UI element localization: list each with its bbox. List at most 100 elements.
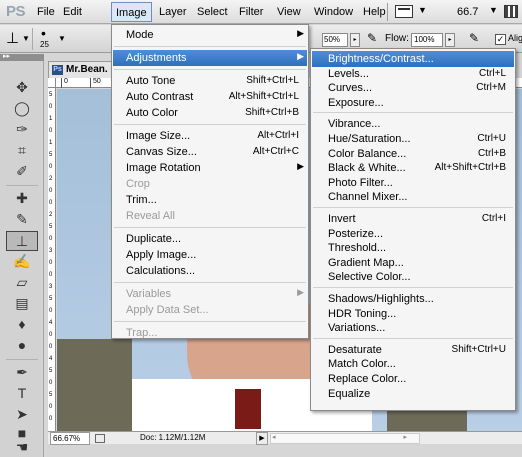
ruler-label: 5 bbox=[49, 152, 53, 158]
pen-tool-icon[interactable]: ✒ bbox=[6, 363, 38, 383]
chevron-down-icon[interactable]: ▼ bbox=[22, 34, 30, 43]
menu-select[interactable]: Select bbox=[197, 6, 228, 18]
flow-field[interactable]: 100% bbox=[411, 33, 443, 47]
menu-item-shadows-highlights[interactable]: Shadows/Highlights... bbox=[312, 291, 514, 307]
vertical-ruler[interactable]: 5 0 1 0 1 5 0 2 0 0 2 5 0 3 0 0 3 5 0 4 0 0 4 5 0 5 0 0 bbox=[48, 88, 56, 431]
status-menu-arrow[interactable]: ▶ bbox=[256, 432, 268, 445]
crop-tool-icon[interactable]: ⌗ bbox=[6, 141, 38, 161]
menubar-divider bbox=[387, 3, 388, 21]
clone-stamp-icon[interactable]: ⊥ bbox=[6, 29, 19, 47]
ruler-label: 5 bbox=[49, 392, 53, 398]
menu-item-image-rotation[interactable]: Image Rotation ▶ bbox=[113, 160, 307, 176]
gradient-tool-icon[interactable]: ▤ bbox=[6, 294, 38, 314]
menu-item-brightness-contrast[interactable]: Brightness/Contrast... bbox=[312, 51, 514, 67]
status-zoom-field[interactable]: 66.67% bbox=[50, 432, 90, 445]
scroll-left-icon[interactable]: ◂ bbox=[272, 433, 276, 441]
menu-item-equalize[interactable]: Equalize bbox=[312, 386, 514, 402]
menu-item-calculations[interactable]: Calculations... bbox=[113, 263, 307, 279]
blur-tool-icon[interactable]: ♦ bbox=[6, 315, 38, 335]
menu-window[interactable]: Window bbox=[314, 6, 353, 18]
arrange-documents-icon[interactable] bbox=[504, 5, 518, 18]
menu-item-label: Channel Mixer... bbox=[328, 191, 408, 204]
dodge-tool-icon[interactable]: ● bbox=[6, 336, 38, 356]
toolbox-header[interactable]: ▸▸ bbox=[0, 52, 44, 61]
status-info-icon[interactable] bbox=[95, 434, 105, 443]
menu-item-posterize[interactable]: Posterize... bbox=[312, 226, 514, 242]
history-brush-tool-icon[interactable]: ✍ bbox=[6, 252, 38, 272]
menu-item-shortcut: Alt+Shift+Ctrl+L bbox=[228, 91, 299, 102]
menu-separator bbox=[313, 207, 513, 208]
menu-item-photo-filter[interactable]: Photo Filter... bbox=[312, 175, 514, 191]
zoom-level[interactable]: 66.7 bbox=[457, 6, 478, 18]
menu-item-curves[interactable]: Curves... Ctrl+M bbox=[312, 80, 514, 96]
menu-item-mode[interactable]: Mode ▶ bbox=[113, 27, 307, 43]
menu-item-trim[interactable]: Trim... bbox=[113, 192, 307, 208]
menu-item-canvas-size[interactable]: Canvas Size... Alt+Ctrl+C bbox=[113, 144, 307, 160]
menu-item-image-size[interactable]: Image Size... Alt+Ctrl+I bbox=[113, 128, 307, 144]
menu-item-adjustments[interactable]: Adjustments ▶ bbox=[113, 50, 307, 66]
scroll-right-icon[interactable]: ▸ bbox=[403, 433, 407, 441]
menu-image[interactable]: Image bbox=[111, 2, 152, 22]
horizontal-scrollbar[interactable]: ◂ ▸ bbox=[270, 433, 420, 444]
menu-item-vibrance[interactable]: Vibrance... bbox=[312, 116, 514, 132]
opacity-slider-button[interactable]: ▸ bbox=[350, 33, 360, 47]
menu-item-auto-tone[interactable]: Auto Tone Shift+Ctrl+L bbox=[113, 73, 307, 89]
move-tool-icon[interactable]: ✥ bbox=[6, 78, 38, 98]
type-tool-icon[interactable]: T bbox=[6, 384, 38, 404]
flow-slider-button[interactable]: ▸ bbox=[445, 33, 455, 47]
menu-item-selective-color[interactable]: Selective Color... bbox=[312, 269, 514, 285]
eraser-tool-icon[interactable]: ▱ bbox=[6, 273, 38, 293]
menu-item-threshold[interactable]: Threshold... bbox=[312, 240, 514, 256]
brush-preview-icon[interactable]: • bbox=[41, 26, 46, 40]
hand-tool-icon[interactable]: ☚ bbox=[6, 438, 38, 457]
menu-item-label: Vibrance... bbox=[328, 118, 381, 131]
brush-tool-icon[interactable]: ✎ bbox=[6, 210, 38, 230]
menu-item-shortcut: Ctrl+U bbox=[477, 133, 506, 144]
aligned-checkbox[interactable]: ✓ bbox=[495, 34, 506, 45]
menu-view[interactable]: View bbox=[277, 6, 301, 18]
menu-layer[interactable]: Layer bbox=[159, 6, 187, 18]
menu-item-desaturate[interactable]: Desaturate Shift+Ctrl+U bbox=[312, 342, 514, 358]
menu-item-label: Calculations... bbox=[126, 265, 196, 277]
ruler-label: 0 bbox=[49, 236, 53, 242]
quick-selection-tool-icon[interactable]: ✑ bbox=[6, 120, 38, 140]
airbrush-icon[interactable]: ✎ bbox=[469, 31, 479, 45]
menu-file[interactable]: File bbox=[37, 6, 55, 18]
menu-item-exposure[interactable]: Exposure... bbox=[312, 95, 514, 111]
ruler-label: 5 bbox=[49, 296, 53, 302]
menu-item-variations[interactable]: Variations... bbox=[312, 320, 514, 336]
spot-healing-tool-icon[interactable]: ✚ bbox=[6, 189, 38, 209]
path-selection-tool-icon[interactable]: ➤ bbox=[6, 405, 38, 425]
ruler-origin[interactable] bbox=[48, 78, 56, 88]
chevron-down-icon[interactable]: ▼ bbox=[58, 34, 66, 43]
chevron-down-icon[interactable]: ▼ bbox=[489, 5, 498, 15]
pressure-opacity-icon[interactable]: ✎ bbox=[367, 31, 377, 45]
menu-item-match-color[interactable]: Match Color... bbox=[312, 356, 514, 372]
clone-stamp-tool-icon[interactable]: ⊥ bbox=[6, 231, 38, 251]
lasso-tool-icon[interactable]: ◯ bbox=[6, 99, 38, 119]
ruler-label: 5 bbox=[49, 92, 53, 98]
menu-filter[interactable]: Filter bbox=[239, 6, 263, 18]
menu-item-invert[interactable]: Invert Ctrl+I bbox=[312, 211, 514, 227]
opacity-field[interactable]: 50% bbox=[322, 33, 348, 47]
menu-item-hdr-toning[interactable]: HDR Toning... bbox=[312, 306, 514, 322]
brush-size[interactable]: 25 bbox=[40, 40, 49, 49]
menu-item-auto-color[interactable]: Auto Color Shift+Ctrl+B bbox=[113, 105, 307, 121]
menu-edit[interactable]: Edit bbox=[63, 6, 82, 18]
menu-item-duplicate[interactable]: Duplicate... bbox=[113, 231, 307, 247]
eyedropper-tool-icon[interactable]: ✐ bbox=[6, 162, 38, 182]
menu-item-apply-image[interactable]: Apply Image... bbox=[113, 247, 307, 263]
menu-help[interactable]: Help bbox=[363, 6, 386, 18]
menu-item-hue-saturation[interactable]: Hue/Saturation... Ctrl+U bbox=[312, 131, 514, 147]
chevron-down-icon[interactable]: ▼ bbox=[418, 5, 427, 15]
expand-icon[interactable]: ▸▸ bbox=[3, 52, 10, 60]
menu-item-gradient-map[interactable]: Gradient Map... bbox=[312, 255, 514, 271]
menu-item-levels[interactable]: Levels... Ctrl+L bbox=[312, 66, 514, 82]
menu-item-channel-mixer[interactable]: Channel Mixer... bbox=[312, 189, 514, 205]
screen-mode-icon[interactable] bbox=[395, 5, 413, 18]
menu-item-label: Replace Color... bbox=[328, 373, 407, 385]
menu-item-black-white[interactable]: Black & White... Alt+Shift+Ctrl+B bbox=[312, 160, 514, 176]
menu-item-replace-color[interactable]: Replace Color... bbox=[312, 371, 514, 387]
menu-item-color-balance[interactable]: Color Balance... Ctrl+B bbox=[312, 146, 514, 162]
menu-item-auto-contrast[interactable]: Auto Contrast Alt+Shift+Ctrl+L bbox=[113, 89, 307, 105]
